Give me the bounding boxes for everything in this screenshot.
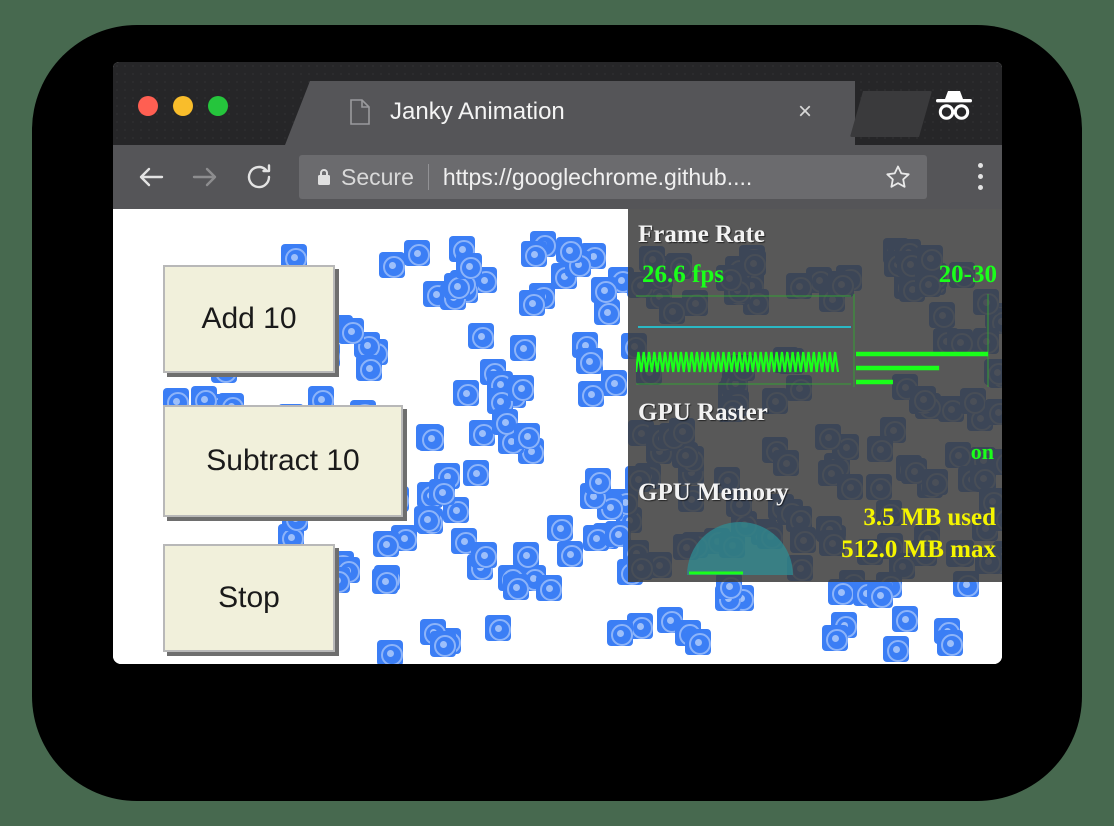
gpu-memory-dome <box>683 505 797 580</box>
incognito-hat-glasses-icon <box>930 88 978 122</box>
chrome-logo-sprite <box>585 468 611 494</box>
frame-rate-title: Frame Rate <box>638 221 765 249</box>
stop-button[interactable]: Stop <box>163 544 335 652</box>
chrome-logo-sprite <box>356 355 382 381</box>
add-10-button[interactable]: Add 10 <box>163 265 335 373</box>
chrome-logo-sprite <box>867 582 893 608</box>
chrome-logo-sprite <box>521 241 547 267</box>
chrome-logo-sprite <box>514 423 540 449</box>
chrome-logo-sprite <box>463 460 489 486</box>
page-document-icon <box>350 99 370 125</box>
gpu-raster-value: on <box>971 439 994 465</box>
gpu-memory-title: GPU Memory <box>638 479 789 507</box>
chrome-logo-sprite <box>414 506 440 532</box>
chrome-logo-sprite <box>591 277 617 303</box>
chrome-logo-sprite <box>372 568 398 594</box>
chrome-logo-sprite <box>404 240 430 266</box>
arrow-right-icon[interactable] <box>188 160 222 194</box>
tab-title: Janky Animation <box>390 99 565 125</box>
close-icon[interactable]: × <box>793 101 817 125</box>
chrome-logo-sprite <box>513 542 539 568</box>
chrome-logo-sprite <box>508 375 534 401</box>
chrome-logo-sprite <box>430 631 456 657</box>
lock-icon <box>317 168 331 186</box>
frame-rate-range: 20-30 <box>939 261 997 289</box>
gpu-memory-used: 3.5 MB used <box>863 504 996 532</box>
chrome-logo-sprite <box>883 636 909 662</box>
chrome-logo-sprite <box>510 335 536 361</box>
chrome-logo-sprite <box>547 515 573 541</box>
chrome-logo-sprite <box>556 237 582 263</box>
chrome-logo-sprite <box>338 318 364 344</box>
chrome-logo-sprite <box>828 579 854 605</box>
chrome-logo-sprite <box>418 425 444 451</box>
chrome-logo-sprite <box>601 370 627 396</box>
browser-window: Janky Animation × <box>113 62 1002 664</box>
tab-strip: Janky Animation × <box>113 62 1002 145</box>
subtract-10-button[interactable]: Subtract 10 <box>163 405 403 517</box>
chrome-logo-sprite <box>503 574 529 600</box>
omnibox-divider <box>428 164 429 190</box>
chrome-logo-sprite <box>685 629 711 655</box>
chrome-logo-sprite <box>892 606 918 632</box>
chrome-logo-sprite <box>576 348 602 374</box>
menu-dot <box>978 174 983 179</box>
gpu-memory-area <box>687 522 793 575</box>
chrome-logo-sprite <box>453 380 479 406</box>
frame-rate-graph <box>636 294 996 387</box>
chrome-logo-sprite <box>429 479 455 505</box>
window-maximize-button[interactable] <box>208 96 228 116</box>
chrome-logo-sprite <box>536 575 562 601</box>
chrome-logo-sprite <box>468 323 494 349</box>
menu-dot <box>978 163 983 168</box>
menu-dot <box>978 185 983 190</box>
browser-tab-janky-animation[interactable]: Janky Animation × <box>285 81 855 145</box>
chrome-logo-sprite <box>519 290 545 316</box>
gpu-memory-max: 512.0 MB max <box>841 536 996 564</box>
chrome-logo-sprite <box>485 615 511 641</box>
arrow-left-icon[interactable] <box>134 160 168 194</box>
chrome-logo-sprite <box>379 252 405 278</box>
three-dot-menu-icon[interactable] <box>978 163 984 191</box>
frame-rate-hud-overlay: Frame Rate 26.6 fps 20-30 GPU Raster on … <box>628 209 1002 582</box>
address-bar[interactable]: Secure https://googlechrome.github.... <box>299 155 927 199</box>
star-icon[interactable] <box>885 164 911 190</box>
browser-toolbar: Secure https://googlechrome.github.... <box>113 145 1002 209</box>
window-close-button[interactable] <box>138 96 158 116</box>
reload-icon[interactable] <box>242 160 276 194</box>
frame-rate-trace <box>636 352 838 372</box>
window-minimize-button[interactable] <box>173 96 193 116</box>
secure-label: Secure <box>341 164 414 191</box>
chrome-logo-sprite <box>471 542 497 568</box>
chrome-logo-sprite <box>377 640 403 664</box>
new-tab-button[interactable] <box>850 91 932 137</box>
chrome-logo-sprite <box>578 381 604 407</box>
chrome-logo-sprite <box>937 630 963 656</box>
frame-rate-value: 26.6 fps <box>642 261 724 289</box>
chrome-logo-sprite <box>822 625 848 651</box>
gpu-raster-title: GPU Raster <box>638 399 768 427</box>
url-text[interactable]: https://googlechrome.github.... <box>443 164 885 191</box>
chrome-logo-sprite <box>373 531 399 557</box>
page-content: Add 10 Subtract 10 Stop Frame Rate 26.6 … <box>113 209 1002 664</box>
chrome-logo-sprite <box>557 541 583 567</box>
chrome-logo-sprite <box>456 253 482 279</box>
chrome-logo-sprite <box>607 620 633 646</box>
